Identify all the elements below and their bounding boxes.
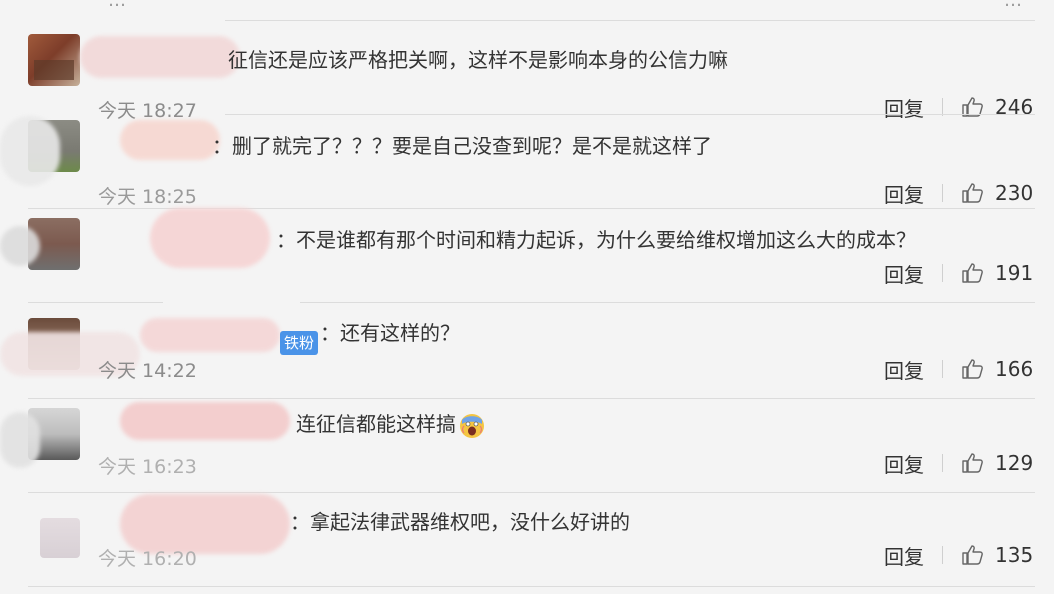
row-divider bbox=[28, 492, 1035, 493]
reply-button[interactable]: 回复 bbox=[884, 355, 924, 384]
top-divider bbox=[225, 20, 1035, 21]
row-divider bbox=[28, 586, 1035, 587]
comment-actions-3: 回复 191 bbox=[884, 258, 1033, 288]
blurred-avatar-edge bbox=[0, 116, 60, 186]
comment-time-5: 今天 16:23 bbox=[98, 456, 197, 478]
reply-button[interactable]: 回复 bbox=[884, 179, 924, 208]
comment-text-5-body: 连征信都能这样搞 bbox=[296, 412, 456, 436]
reply-button[interactable]: 回复 bbox=[884, 449, 924, 478]
screaming-face-emoji-icon bbox=[460, 413, 484, 438]
comment-item-2: ：删了就完了？？？要是自己没查到呢？是不是就这样了 今天 18:25 回复 23… bbox=[0, 116, 1054, 214]
reply-button[interactable]: 回复 bbox=[884, 93, 924, 122]
comment-item-5: 连征信都能这样搞 今天 16:23 回复 129 bbox=[0, 402, 1054, 502]
blurred-avatar-edge bbox=[0, 412, 40, 468]
thumbs-up-icon bbox=[962, 453, 983, 473]
comment-time-6: 今天 16:20 bbox=[98, 548, 197, 570]
like-count: 129 bbox=[995, 451, 1034, 475]
blurred-username bbox=[150, 208, 270, 268]
comment-actions-2: 回复 230 bbox=[884, 178, 1033, 208]
blurred-username bbox=[80, 36, 240, 78]
comment-item-3: ：不是谁都有那个时间和精力起诉，为什么要给维权增加这么大的成本？ 回复 191 bbox=[0, 208, 1054, 312]
like-count: 166 bbox=[995, 357, 1034, 381]
comment-item-6: ：拿起法律武器维权吧，没什么好讲的 今天 16:20 回复 135 bbox=[0, 494, 1054, 594]
row-divider bbox=[300, 302, 1035, 303]
like-button[interactable]: 129 bbox=[961, 451, 1033, 475]
row-divider bbox=[28, 398, 1035, 399]
cropped-top-text: … bbox=[108, 0, 126, 11]
avatar-1[interactable] bbox=[28, 34, 80, 86]
like-count: 230 bbox=[995, 181, 1034, 205]
thumbs-up-icon bbox=[962, 263, 983, 283]
comment-time-4: 今天 14:22 bbox=[98, 360, 197, 382]
action-separator bbox=[942, 546, 943, 564]
comment-text-3: ：不是谁都有那个时间和精力起诉，为什么要给维权增加这么大的成本？ bbox=[276, 228, 916, 252]
like-count: 246 bbox=[995, 95, 1034, 119]
comment-actions-6: 回复 135 bbox=[884, 540, 1033, 570]
thumbs-up-icon bbox=[962, 97, 983, 117]
like-button[interactable]: 246 bbox=[961, 95, 1033, 119]
comment-list: … … 征信还是应该严格把关啊，这样不是影响本身的公信力嘛 今天 18:27 回… bbox=[0, 0, 1054, 594]
comment-text-1: 征信还是应该严格把关啊，这样不是影响本身的公信力嘛 bbox=[228, 48, 728, 72]
thumbs-up-icon bbox=[962, 359, 983, 379]
row-divider bbox=[225, 114, 1035, 115]
comment-text-6: ：拿起法律武器维权吧，没什么好讲的 bbox=[290, 510, 630, 534]
blurred-avatar-edge bbox=[0, 226, 40, 266]
comment-text-4: ：还有这样的？ bbox=[320, 321, 460, 345]
action-separator bbox=[942, 264, 943, 282]
like-count: 135 bbox=[995, 543, 1034, 567]
like-button[interactable]: 135 bbox=[961, 543, 1033, 567]
blurred-username bbox=[120, 402, 290, 440]
blurred-username bbox=[120, 120, 220, 160]
like-count: 191 bbox=[995, 261, 1034, 285]
action-separator bbox=[942, 454, 943, 472]
like-button[interactable]: 191 bbox=[961, 261, 1033, 285]
like-button[interactable]: 166 bbox=[961, 357, 1033, 381]
action-separator bbox=[942, 360, 943, 378]
avatar-6[interactable] bbox=[40, 518, 80, 558]
blurred-username-2 bbox=[140, 318, 280, 352]
like-button[interactable]: 230 bbox=[961, 181, 1033, 205]
comment-actions-4: 回复 166 bbox=[884, 354, 1033, 384]
comment-text-5: 连征信都能这样搞 bbox=[296, 410, 486, 440]
reply-button[interactable]: 回复 bbox=[884, 541, 924, 570]
comment-time-2: 今天 18:25 bbox=[98, 186, 197, 208]
thumbs-up-icon bbox=[962, 545, 983, 565]
comment-text-2: ：删了就完了？？？要是自己没查到呢？是不是就这样了 bbox=[212, 134, 712, 158]
row-divider bbox=[28, 302, 163, 303]
thumbs-up-icon bbox=[962, 183, 983, 203]
cropped-top-like-count: … bbox=[1004, 0, 1022, 11]
fan-badge: 铁粉 bbox=[280, 331, 319, 355]
comment-time-1: 今天 18:27 bbox=[98, 100, 197, 122]
comment-actions-5: 回复 129 bbox=[884, 448, 1033, 478]
reply-button[interactable]: 回复 bbox=[884, 259, 924, 288]
comment-actions-1: 回复 246 bbox=[884, 92, 1033, 122]
action-separator bbox=[942, 184, 943, 202]
